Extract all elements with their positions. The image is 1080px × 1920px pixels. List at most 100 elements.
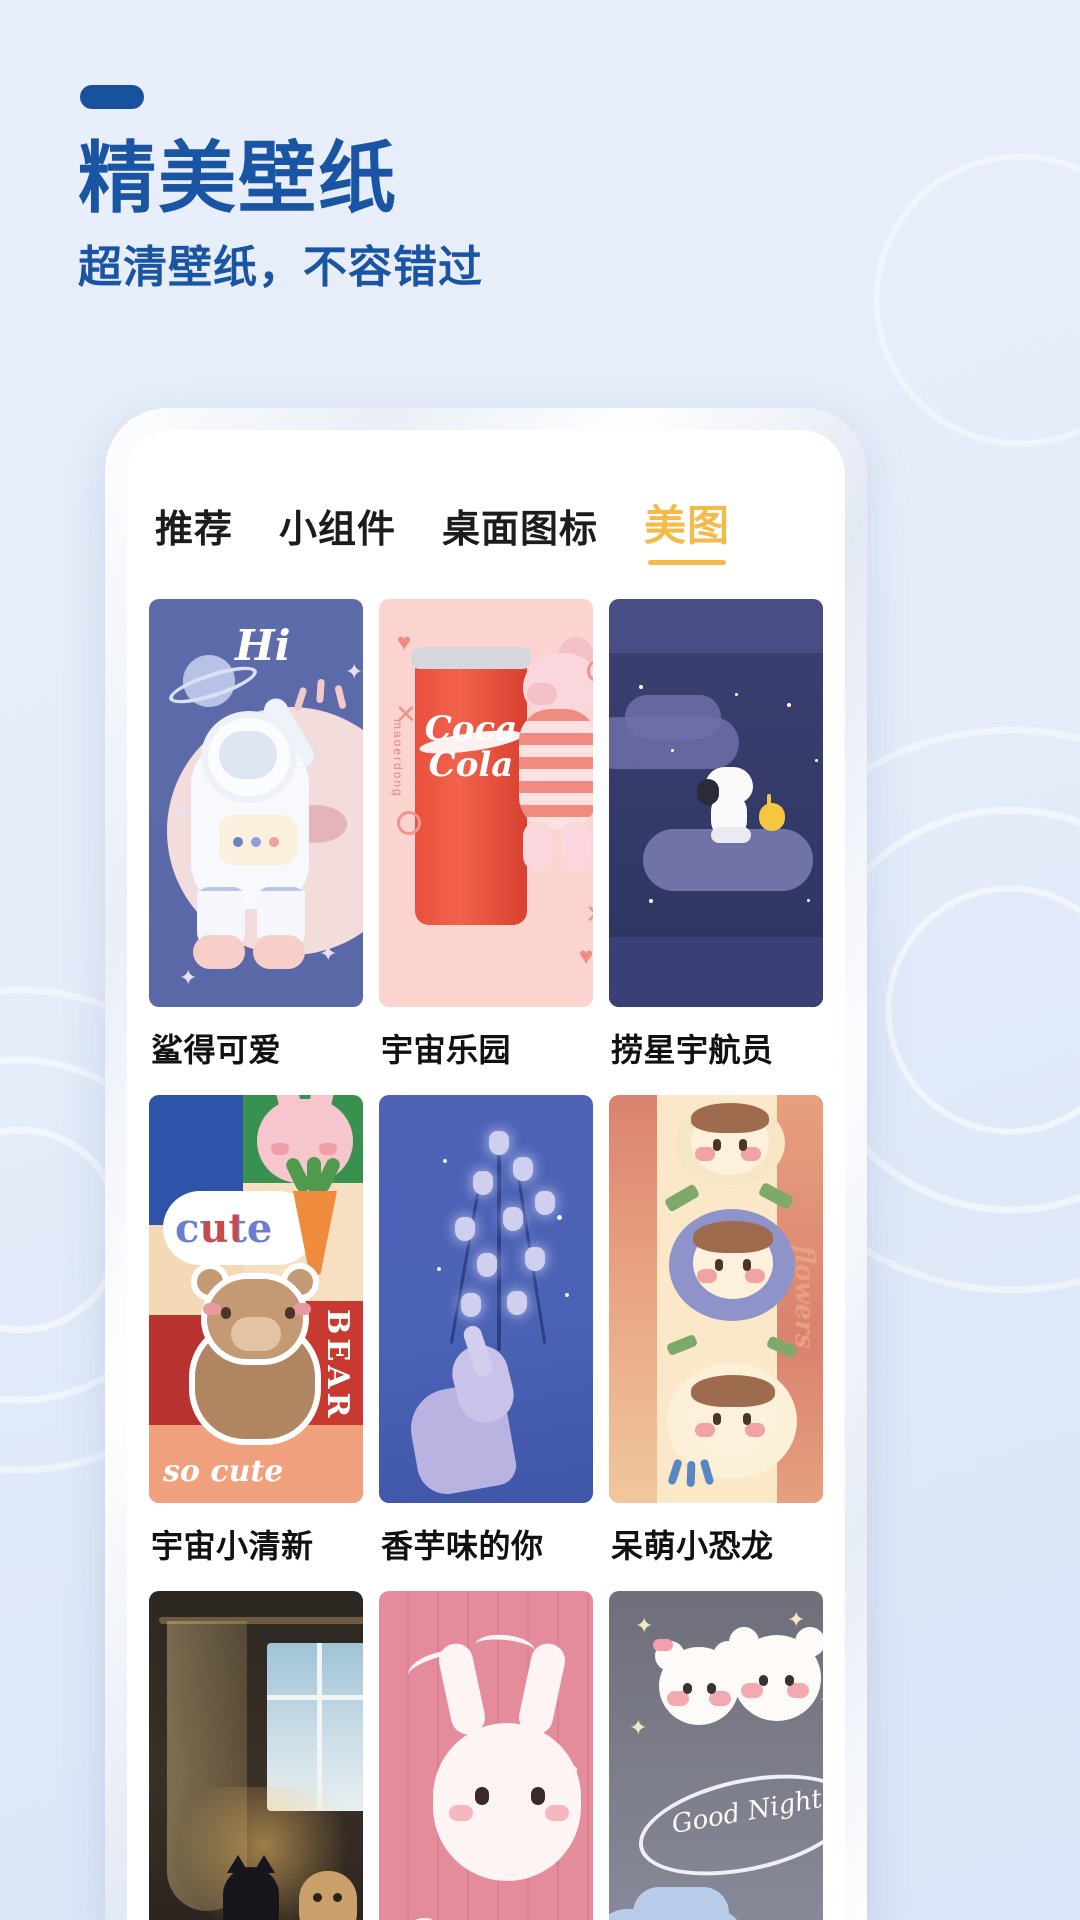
tab-bar: 推荐 小组件 桌面图标 美图 — [127, 430, 845, 565]
tab-widgets[interactable]: 小组件 — [279, 498, 396, 565]
bow-icon — [653, 1639, 673, 1651]
ring-decoration — [397, 811, 421, 835]
lily-bell — [535, 1191, 555, 1215]
lily-bell — [455, 1217, 475, 1241]
wallpaper-title: 呆萌小恐龙 — [611, 1527, 774, 1565]
flower-stem — [497, 1139, 501, 1351]
wallpaper-card[interactable]: flowers 呆萌小恐龙 — [609, 1095, 823, 1587]
bear-word-text: BEAR — [320, 1309, 355, 1422]
phone-mockup: 推荐 小组件 桌面图标 美图 Hi ✦ ✦ ✦ ✦ 鲨得可爱 Coca Cola… — [105, 408, 867, 1920]
sparkle-icon: ✦ — [819, 1687, 823, 1713]
wallpaper-thumbnail-snoopy[interactable] — [609, 599, 823, 1007]
kid-hair — [691, 1103, 769, 1133]
rabbit-cheek — [319, 1143, 337, 1155]
kid-eye — [715, 1259, 723, 1271]
star-dot — [735, 693, 738, 696]
panel-dot — [233, 837, 243, 847]
panel-dot — [251, 837, 261, 847]
rabbit-ear — [272, 1095, 304, 1118]
bear-ear — [795, 1627, 823, 1657]
heart-icon: ♥ — [563, 1757, 579, 1787]
wallpaper-thumbnail-goodnight[interactable]: ✦ ✦ ✦ ✦ — [609, 1591, 823, 1920]
lily-bell — [489, 1131, 509, 1155]
kid-cheek — [695, 1423, 715, 1437]
piglet-torso — [519, 709, 593, 829]
wallpaper-title: 捞星宇航员 — [611, 1031, 774, 1069]
bear-eye — [683, 1683, 692, 1694]
bear-ear — [729, 1627, 759, 1657]
wallpaper-thumbnail-rabbit[interactable]: ♥ g — [379, 1591, 593, 1920]
wallpaper-card[interactable]: ✦ ✦ ✦ ✦ — [609, 1591, 823, 1920]
star-dot — [649, 899, 653, 903]
sparkle-dot — [557, 1215, 562, 1220]
wallpaper-thumbnail-lily[interactable] — [379, 1095, 593, 1503]
wallpaper-thumbnail-window[interactable] — [149, 1591, 363, 1920]
kid-cheek — [697, 1269, 717, 1283]
wallpaper-card[interactable]: cute BEAR so cute 宇宙小清新 — [149, 1095, 363, 1587]
wallpaper-card[interactable]: 香芋味的你 — [379, 1095, 593, 1587]
wallpaper-grid: Hi ✦ ✦ ✦ ✦ 鲨得可爱 Coca Cola maoerdong ♥ ✕ … — [127, 599, 845, 1920]
woodstock-bird — [759, 794, 785, 831]
lily-bell — [473, 1171, 493, 1195]
sparkle-icon: ✦ — [629, 1715, 648, 1740]
kid-eye — [739, 1139, 747, 1151]
wallpaper-thumbnail-astronaut[interactable]: Hi ✦ ✦ ✦ ✦ — [149, 599, 363, 1007]
kid-hair — [691, 1375, 775, 1407]
piglet-snout — [527, 683, 557, 705]
leaf-shape — [663, 1183, 701, 1213]
star-dot — [807, 899, 810, 902]
wallpaper-title: 鲨得可爱 — [151, 1031, 282, 1069]
tab-desktop-icons[interactable]: 桌面图标 — [442, 498, 598, 565]
wallpaper-card[interactable] — [149, 1591, 363, 1920]
rabbit-ear — [306, 1095, 338, 1118]
kid-cheek — [745, 1269, 765, 1283]
bear-eye — [707, 1683, 716, 1694]
tab-recommend[interactable]: 推荐 — [155, 498, 233, 565]
snoopy-feet — [711, 827, 751, 843]
kid-eye — [713, 1139, 721, 1151]
kid-hair — [693, 1221, 773, 1253]
wallpaper-thumbnail-coke[interactable]: Coca Cola maoerdong ♥ ✕ ✕ ♥ — [379, 599, 593, 1007]
bear-eye — [285, 1307, 295, 1319]
astronaut-visor — [219, 731, 277, 779]
sparkle-dot — [437, 1267, 441, 1271]
bear-blush — [293, 1303, 311, 1315]
tab-active-underline — [648, 560, 727, 565]
flowers-text: flowers — [789, 1245, 819, 1349]
piglet-character — [505, 631, 593, 883]
window-pane — [267, 1643, 363, 1811]
leaf-shape — [665, 1333, 699, 1357]
bottom-band — [609, 937, 823, 1007]
star-icon: ✦ — [179, 965, 198, 990]
wallpaper-thumbnail-flowerkids[interactable]: flowers — [609, 1095, 823, 1503]
wallpaper-card[interactable]: Coca Cola maoerdong ♥ ✕ ✕ ♥ — [379, 599, 593, 1091]
wallpaper-card[interactable]: ♥ g — [379, 1591, 593, 1920]
star-icon: ✦ — [171, 799, 190, 824]
piglet-leg — [523, 821, 553, 871]
star-icon: ✦ — [319, 941, 338, 966]
kid-cheek — [745, 1423, 765, 1437]
cloud-shape — [633, 1887, 729, 1920]
wallpaper-title: 宇宙小清新 — [151, 1527, 314, 1565]
star-dot — [815, 759, 818, 762]
kid-eye — [713, 1413, 721, 1425]
sparkle-icon: ✦ — [635, 1613, 654, 1638]
wallpaper-card[interactable]: 捞星宇航员 — [609, 599, 823, 1091]
heart-icon: ♥ — [397, 629, 412, 656]
accent-bar-decoration — [80, 85, 144, 109]
rabbit-cheek — [545, 1805, 569, 1821]
hand-holding-flowers — [404, 1321, 533, 1499]
wallpaper-card[interactable]: Hi ✦ ✦ ✦ ✦ 鲨得可爱 — [149, 599, 363, 1091]
rabbit-cheek — [449, 1805, 473, 1821]
tab-gallery-label: 美图 — [644, 501, 731, 550]
piglet-leg — [561, 821, 591, 871]
confetti-bit — [667, 1458, 683, 1486]
lily-bell — [525, 1247, 545, 1271]
wallpaper-thumbnail-bear[interactable]: cute BEAR so cute — [149, 1095, 363, 1503]
dash-decoration — [334, 684, 347, 710]
x-decoration: ✕ — [395, 699, 417, 729]
rabbit-eye — [475, 1787, 489, 1805]
tab-gallery[interactable]: 美图 — [644, 492, 730, 565]
snoopy-character — [697, 767, 757, 845]
bear-eye — [221, 1307, 231, 1319]
